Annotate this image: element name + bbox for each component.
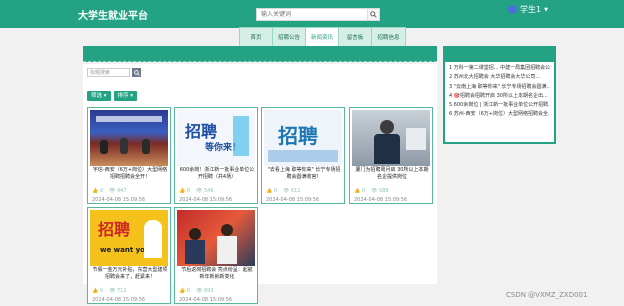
news-date: 2024-04-08 15:09:56 [179,297,233,303]
like-count[interactable]: 👍 0 [92,188,103,194]
view-count: 👁 712 [109,288,127,294]
news-title[interactable]: 600余岗！浙江新一批事业单位公开招聘（共4场） [179,167,255,181]
avatar [508,5,517,14]
like-count[interactable]: 👍 0 [92,288,103,294]
search-box [256,8,380,21]
news-thumbnail [352,110,430,166]
filter-button[interactable]: 筛选 ▾ [87,91,111,101]
watermark: CSDN @VXMZ_ZXD001 [506,291,588,299]
news-thumbnail [90,110,168,166]
user-menu[interactable]: 学生1 ▼ [508,4,548,15]
news-title[interactable]: 厦门为招聘周月启 30所以上本期名企提供岗位 [354,167,430,181]
site-brand[interactable]: 大学生就业平台 [78,7,148,22]
list-item[interactable]: 2 苏州北大招聘会 大华招聘会大华公司... [449,73,550,82]
news-card[interactable]: 招聘 we want you 节假一金万元补贴，东营大型建项招聘会来了，赶紧来！… [87,207,171,304]
news-title[interactable]: "去看上海 职等你来" 长宁专场招聘会圆满收官！ [266,167,342,181]
news-date: 2024-04-08 15:09:56 [266,197,320,203]
filter-buttons: 筛选 ▾ 排序 ▾ [87,91,138,101]
news-thumbnail [177,210,255,266]
news-meta: 👍 0 👁 546 [179,188,214,194]
nav-jobs[interactable]: 招聘信息 [372,28,405,46]
chevron-down-icon: ▼ [544,6,548,13]
title-search-input[interactable]: 标题搜索 [87,68,130,77]
like-count[interactable]: 👍 0 [354,188,365,194]
news-meta: 👍 0 👁 611 [266,188,301,194]
like-count[interactable]: 👍 0 [266,188,277,194]
news-card[interactable]: 节后返岗招聘会 亮点纷呈：起航新年新就新变化 👍 0 👁 693 2024-04… [174,207,258,304]
like-count[interactable]: 👍 0 [179,288,190,294]
nav-home[interactable]: 首页 [240,28,273,46]
search-input[interactable] [257,9,353,20]
list-item[interactable]: 6 苏州-西安（6万+岗位）大型网络招聘会全... [449,110,550,119]
section-header-bar [83,46,437,62]
sidebar-ranking: 1 万科一第二课堂招... 中建一局集团招聘会公... 2 苏州北大招聘会 大华… [443,46,556,144]
news-card[interactable]: 宇信-西安（6万+岗位）大型网络招聘招聘会全开！ 👍 0 👁 447 2024-… [87,107,171,204]
nav-announcements[interactable]: 招聘公告 [273,28,306,46]
view-count: 👁 546 [196,188,214,194]
news-thumbnail: 招聘 [264,110,342,166]
news-meta: 👍 0 👁 588 [354,188,389,194]
news-card[interactable]: 招聘 等你来！ 600余岗！浙江新一批事业单位公开招聘（共4场） 👍 0 👁 5… [174,107,258,204]
search-button[interactable] [367,9,379,20]
view-count: 👁 693 [196,288,214,294]
nav-message-board[interactable]: 留言板 [339,28,372,46]
news-card[interactable]: 招聘 "去看上海 职等你来" 长宁专场招聘会圆满收官！ 👍 0 👁 611 20… [261,107,345,204]
search-icon [370,11,377,18]
main-nav: 首页 招聘公告 新闻资讯 留言板 招聘信息 [239,27,406,47]
news-date: 2024-04-08 15:09:56 [179,197,233,203]
list-item[interactable]: 3 "云南上海 职等你来" 长宁专场招聘会圆满... [449,83,550,92]
news-meta: 👍 0 👁 447 [92,188,127,194]
nav-news[interactable]: 新闻资讯 [306,28,339,46]
news-title[interactable]: 节假一金万元补贴，东营大型建项招聘会来了，赶紧来！ [92,267,168,281]
news-thumbnail: 招聘 we want you [90,210,168,266]
news-meta: 👍 0 👁 712 [92,288,127,294]
news-title[interactable]: 宇信-西安（6万+岗位）大型网络招聘招聘会全开！ [92,167,168,181]
news-date: 2024-04-08 15:09:56 [354,197,408,203]
news-date: 2024-04-08 15:09:56 [92,297,146,303]
user-name: 学生1 [520,5,542,14]
list-item[interactable]: 5 600余岗位 | 浙江新一批事业单位公开招聘... [449,101,550,110]
title-search-button[interactable] [132,68,141,77]
view-count: 👁 447 [109,188,127,194]
view-count: 👁 588 [371,188,389,194]
like-count[interactable]: 👍 0 [179,188,190,194]
sidebar-header [445,48,554,62]
list-item[interactable]: 4 🎯招聘会招聘开启 30所以上本期名企出... [449,92,550,101]
news-card[interactable]: 厦门为招聘周月启 30所以上本期名企提供岗位 👍 0 👁 588 2024-04… [349,107,433,204]
list-item[interactable]: 1 万科一第二课堂招... 中建一局集团招聘会公... [449,64,550,73]
view-count: 👁 611 [283,188,301,194]
news-meta: 👍 0 👁 693 [179,288,214,294]
top-bar: 大学生就业平台 学生1 ▼ [0,0,624,28]
search-icon [133,69,140,76]
sort-button[interactable]: 排序 ▾ [113,91,138,101]
title-search: 标题搜索 [87,68,141,77]
news-date: 2024-04-08 15:09:56 [92,197,146,203]
news-thumbnail: 招聘 等你来！ [177,110,255,166]
news-title[interactable]: 节后返岗招聘会 亮点纷呈：起航新年新就新变化 [179,267,255,281]
